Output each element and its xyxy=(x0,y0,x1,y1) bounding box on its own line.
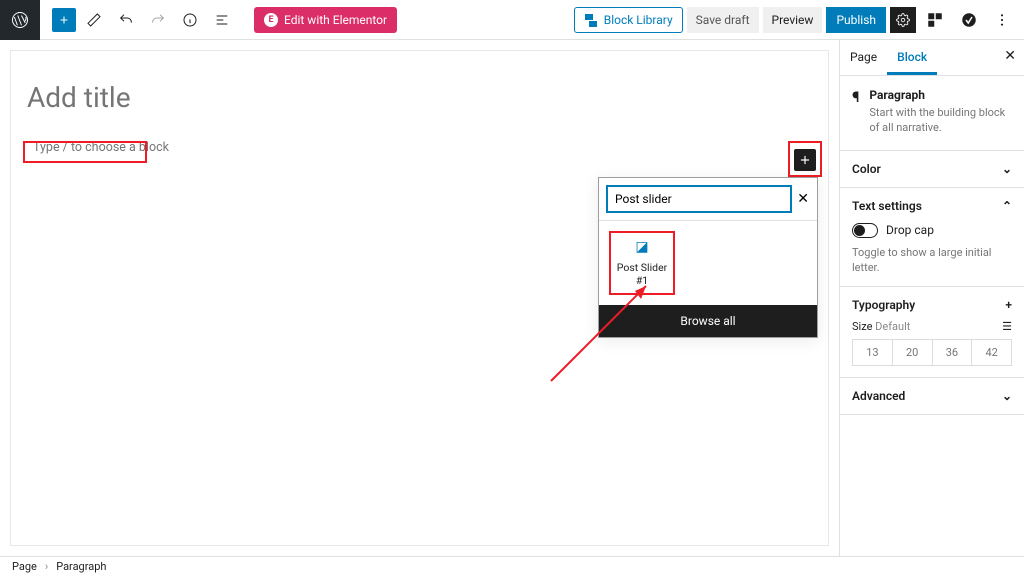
block-library-label: Block Library xyxy=(604,13,673,27)
chevron-down-icon: ⌄ xyxy=(1002,389,1012,403)
edit-with-elementor-button[interactable]: E Edit with Elementor xyxy=(254,7,397,33)
plus-icon[interactable]: + xyxy=(1005,298,1012,312)
tab-page[interactable]: Page xyxy=(840,40,887,75)
breadcrumb-item[interactable]: Paragraph xyxy=(56,560,106,573)
slider-block-icon: ◪ xyxy=(613,239,671,255)
elementor-label: Edit with Elementor xyxy=(284,13,387,27)
size-preset[interactable]: 20 xyxy=(893,340,933,365)
block-result-post-slider[interactable]: ◪ Post Slider #1 xyxy=(611,233,673,293)
settings-sliders-icon[interactable]: ☰ xyxy=(1002,320,1012,333)
size-preset[interactable]: 42 xyxy=(972,340,1011,365)
redo-icon[interactable] xyxy=(144,6,172,34)
block-library-button[interactable]: Block Library xyxy=(574,7,683,33)
size-label: Size xyxy=(852,320,872,333)
sidebar-tabs: Page Block ✕ xyxy=(840,40,1024,76)
wordpress-logo[interactable] xyxy=(0,0,40,40)
edit-mode-icon[interactable] xyxy=(80,6,108,34)
block-search-row: ✕ xyxy=(599,178,817,221)
block-description: Start with the building block of all nar… xyxy=(869,106,1012,136)
top-toolbar: E Edit with Elementor Block Library Save… xyxy=(0,0,1024,40)
block-search-results: ◪ Post Slider #1 xyxy=(599,221,817,305)
save-draft-button[interactable]: Save draft xyxy=(687,7,759,33)
browse-all-button[interactable]: Browse all xyxy=(599,305,817,337)
info-icon[interactable] xyxy=(176,6,204,34)
section-title: Typography xyxy=(852,298,915,312)
settings-sidebar: Page Block ✕ ¶ Paragraph Start with the … xyxy=(839,40,1024,556)
publish-button[interactable]: Publish xyxy=(826,7,886,33)
sidebar-section-typography: Typography + Size Default ☰ 13 20 36 42 xyxy=(840,287,1024,378)
annotation-highlight: ◪ Post Slider #1 xyxy=(609,231,675,295)
chevron-up-icon: ⌃ xyxy=(1002,199,1012,213)
breadcrumb-separator: › xyxy=(45,560,48,573)
clear-search-icon[interactable]: ✕ xyxy=(797,191,809,207)
outline-icon[interactable] xyxy=(208,6,236,34)
section-header[interactable]: Typography + xyxy=(852,298,1012,312)
sidebar-section-text-settings: Text settings ⌃ Drop cap Toggle to show a… xyxy=(840,188,1024,288)
block-name: Paragraph xyxy=(869,88,1012,102)
undo-icon[interactable] xyxy=(112,6,140,34)
tab-block[interactable]: Block xyxy=(887,40,937,75)
block-search-input[interactable] xyxy=(607,186,791,212)
block-info: ¶ Paragraph Start with the building bloc… xyxy=(840,76,1024,151)
dropcap-toggle[interactable] xyxy=(852,223,878,238)
size-preset[interactable]: 36 xyxy=(933,340,973,365)
annotation-highlight xyxy=(23,141,147,163)
editor-canvas-area: Type / to choose a block ✕ ◪ Post Slider… xyxy=(0,40,839,556)
paragraph-icon: ¶ xyxy=(852,88,859,136)
editor-canvas: Type / to choose a block ✕ ◪ Post Slider… xyxy=(10,50,829,546)
block-result-label: Post Slider #1 xyxy=(617,261,667,287)
annotation-highlight xyxy=(788,141,822,177)
close-sidebar-icon[interactable]: ✕ xyxy=(1004,48,1016,64)
size-default: Default xyxy=(875,320,910,333)
sidebar-section-color[interactable]: Color ⌄ xyxy=(840,151,1024,188)
section-title: Advanced xyxy=(852,389,905,403)
dropcap-label: Drop cap xyxy=(886,223,934,237)
elementor-icon: E xyxy=(264,13,278,27)
size-preset[interactable]: 13 xyxy=(853,340,893,365)
font-size-presets: 13 20 36 42 xyxy=(852,339,1012,366)
sidebar-section-advanced[interactable]: Advanced ⌄ xyxy=(840,378,1024,415)
more-options-icon[interactable] xyxy=(988,6,1016,34)
breadcrumb-item[interactable]: Page xyxy=(12,560,37,573)
post-title-input[interactable] xyxy=(27,81,812,114)
breadcrumb-footer: Page › Paragraph xyxy=(0,556,1024,576)
section-title: Color xyxy=(852,162,881,176)
dropcap-description: Toggle to show a large initial letter. xyxy=(852,246,1012,276)
settings-icon[interactable] xyxy=(890,7,916,33)
block-inserter-popover: ✕ ◪ Post Slider #1 Browse all xyxy=(598,177,818,338)
preview-button[interactable]: Preview xyxy=(763,7,823,33)
plugin-icon-1[interactable] xyxy=(920,5,950,35)
section-title: Text settings xyxy=(852,199,922,213)
add-block-button[interactable] xyxy=(52,8,76,32)
section-header[interactable]: Text settings ⌃ xyxy=(852,199,1012,213)
chevron-down-icon: ⌄ xyxy=(1002,162,1012,176)
block-library-icon xyxy=(584,13,598,27)
plugin-icon-2[interactable] xyxy=(954,5,984,35)
